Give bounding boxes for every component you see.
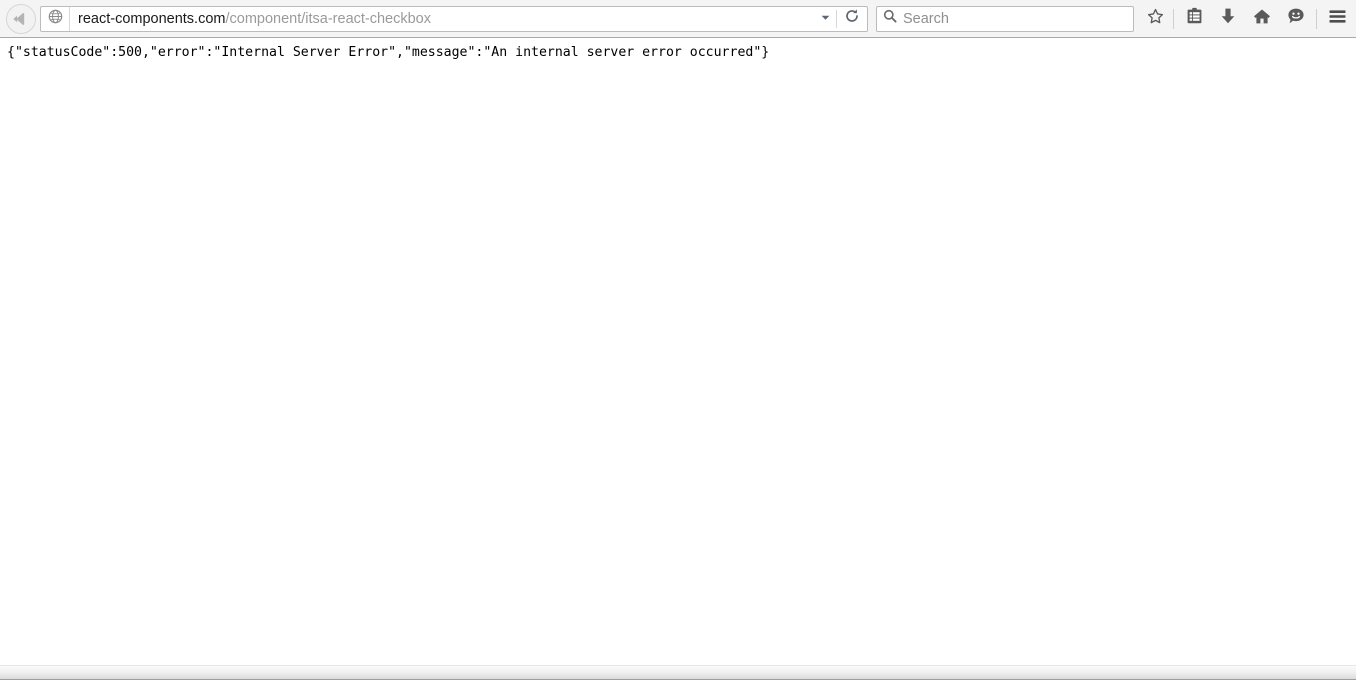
- site-identity-box[interactable]: [41, 6, 70, 31]
- library-button[interactable]: [1177, 4, 1211, 34]
- hamburger-menu-icon: [1328, 8, 1347, 30]
- back-button[interactable]: [6, 3, 36, 34]
- arrow-left-icon: [12, 10, 30, 28]
- search-icon: [883, 9, 897, 28]
- toolbar-button-group: [1140, 4, 1354, 34]
- search-icon-container: [877, 7, 903, 31]
- url-path-text: /component/itsa-react-checkbox: [225, 10, 431, 27]
- globe-icon: [48, 9, 63, 29]
- horizontal-scrollbar[interactable]: [0, 665, 1356, 680]
- navigation-toolbar: react-components.com/component/itsa-reac…: [0, 0, 1356, 38]
- address-bar[interactable]: react-components.com/component/itsa-reac…: [40, 5, 868, 32]
- url-domain-text: react-components.com: [78, 10, 226, 27]
- reload-icon: [844, 8, 860, 29]
- feedback-button[interactable]: [1279, 4, 1313, 34]
- url-history-dropdown-button[interactable]: [814, 7, 836, 31]
- home-button[interactable]: [1245, 4, 1279, 34]
- search-bar[interactable]: Search: [876, 5, 1134, 32]
- home-icon: [1253, 8, 1271, 30]
- reload-button[interactable]: [837, 7, 867, 31]
- browser-window: react-components.com/component/itsa-reac…: [0, 0, 1356, 680]
- chevron-down-icon: [820, 10, 831, 28]
- menu-button[interactable]: [1320, 4, 1354, 34]
- downloads-button[interactable]: [1211, 4, 1245, 34]
- json-error-response: {"statusCode":500,"error":"Internal Serv…: [7, 45, 770, 60]
- chat-smiley-icon: [1287, 7, 1305, 30]
- page-content-area: {"statusCode":500,"error":"Internal Serv…: [0, 38, 1356, 665]
- toolbar-divider-2: [1316, 8, 1317, 29]
- clipboard-icon: [1186, 7, 1203, 30]
- url-input[interactable]: react-components.com/component/itsa-reac…: [70, 7, 814, 31]
- search-input[interactable]: Search: [903, 7, 1133, 31]
- download-arrow-icon: [1220, 7, 1236, 30]
- toolbar-divider: [1173, 8, 1174, 29]
- bookmark-star-button[interactable]: [1140, 4, 1170, 34]
- star-icon: [1147, 8, 1164, 30]
